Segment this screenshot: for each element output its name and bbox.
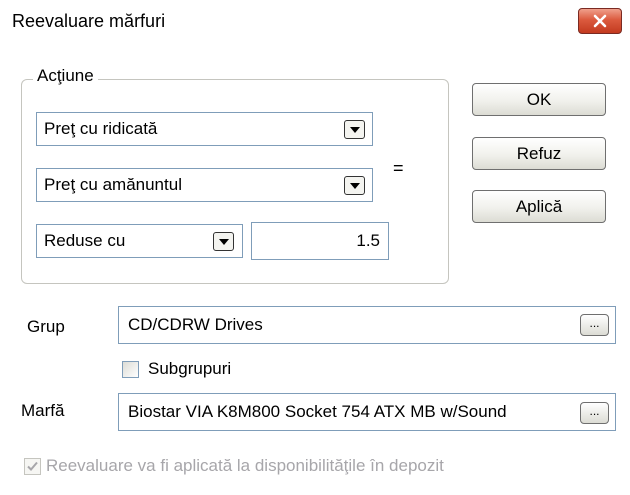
equals-sign: = (393, 158, 404, 178)
operation-select[interactable]: Reduse cu (36, 224, 243, 258)
operation-value: Reduse cu (44, 231, 126, 250)
subgroups-label: Subgrupuri (148, 359, 232, 378)
product-value: Biostar VIA K8M800 Socket 754 ATX MB w/S… (128, 402, 507, 421)
check-icon (27, 461, 38, 471)
action-group-legend: Acţiune (33, 66, 98, 86)
cancel-button[interactable]: Refuz (472, 137, 606, 170)
price-from-value: Preţ cu ridicată (44, 119, 158, 138)
stock-option-label: Reevaluare va fi aplicată la disponibili… (46, 456, 444, 475)
group-value: CD/CDRW Drives (128, 315, 263, 334)
chevron-down-icon[interactable] (344, 120, 365, 139)
stock-option-checkbox[interactable] (24, 458, 41, 475)
price-to-select[interactable]: Preţ cu amănuntul (36, 168, 373, 202)
apply-button[interactable]: Aplică (472, 190, 606, 223)
price-from-select[interactable]: Preţ cu ridicată (36, 112, 373, 146)
group-label: Grup (27, 317, 65, 336)
amount-input[interactable]: 1.5 (251, 222, 389, 260)
chevron-down-icon[interactable] (344, 176, 365, 195)
product-label: Marfă (21, 401, 65, 420)
chevron-down-icon[interactable] (213, 232, 234, 251)
price-to-value: Preţ cu amănuntul (44, 175, 182, 194)
close-button[interactable] (578, 8, 622, 34)
product-field[interactable]: Biostar VIA K8M800 Socket 754 ATX MB w/S… (118, 393, 616, 431)
subgroups-checkbox[interactable] (122, 361, 139, 378)
window-title: Reevaluare mărfuri (12, 11, 166, 31)
group-field[interactable]: CD/CDRW Drives (118, 306, 616, 344)
product-browse-button[interactable]: ... (580, 402, 609, 424)
close-icon (593, 14, 607, 28)
ok-button[interactable]: OK (472, 83, 606, 116)
group-browse-button[interactable]: ... (580, 314, 609, 336)
